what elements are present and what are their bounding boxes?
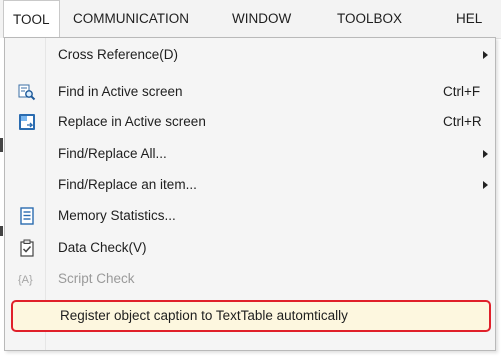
menu-item-cross-reference[interactable]: Cross Reference(D) bbox=[5, 40, 495, 70]
menu-item-label: Cross Reference(D) bbox=[58, 47, 179, 62]
menu-item-label: Data Check(V) bbox=[58, 240, 147, 255]
submenu-arrow-icon bbox=[483, 181, 488, 189]
replace-icon bbox=[19, 114, 35, 130]
shortcut-label: Ctrl+F bbox=[443, 84, 481, 99]
menu-item-register-caption-highlighted[interactable]: Register object caption to TextTable aut… bbox=[11, 300, 491, 332]
menu-item-label: Script Check bbox=[58, 271, 135, 286]
menu-item-label: Memory Statistics... bbox=[58, 208, 176, 223]
find-icon bbox=[18, 84, 36, 101]
menu-item-script-check[interactable]: {A} Script Check bbox=[5, 264, 495, 294]
window-edge-mark bbox=[0, 138, 3, 152]
svg-text:{A}: {A} bbox=[18, 274, 33, 286]
menu-item-data-check[interactable]: Data Check(V) bbox=[5, 233, 495, 263]
menu-item-find-replace-all[interactable]: Find/Replace All... bbox=[5, 139, 495, 169]
menu-item-label: Replace in Active screen bbox=[58, 114, 206, 129]
window-edge-mark bbox=[0, 226, 3, 236]
menu-window[interactable]: WINDOW bbox=[232, 0, 291, 38]
menu-item-find-replace-an-item[interactable]: Find/Replace an item... bbox=[5, 170, 495, 200]
menu-item-memory-statistics[interactable]: Memory Statistics... bbox=[5, 201, 495, 231]
tool-dropdown-menu: Cross Reference(D) Find in Active screen… bbox=[4, 37, 496, 351]
memory-statistics-icon bbox=[20, 207, 34, 225]
data-check-icon bbox=[20, 239, 34, 257]
menu-toolbox[interactable]: TOOLBOX bbox=[337, 0, 402, 38]
menu-item-find-in-active-screen[interactable]: Find in Active screen Ctrl+F bbox=[5, 77, 495, 107]
menu-communication[interactable]: COMMUNICATION bbox=[73, 0, 189, 38]
menu-item-label: Find/Replace an item... bbox=[58, 177, 197, 192]
menu-item-label: Find/Replace All... bbox=[58, 146, 167, 161]
menu-item-label: Find in Active screen bbox=[58, 84, 183, 99]
submenu-arrow-icon bbox=[483, 150, 488, 158]
menu-bar: TOOL COMMUNICATION WINDOW TOOLBOX HEL bbox=[0, 0, 501, 39]
menu-item-replace-in-active-screen[interactable]: Replace in Active screen Ctrl+R bbox=[5, 107, 495, 137]
script-check-icon: {A} bbox=[18, 274, 33, 286]
menu-tool[interactable]: TOOL bbox=[3, 0, 60, 38]
shortcut-label: Ctrl+R bbox=[443, 114, 482, 129]
menu-help[interactable]: HEL bbox=[456, 0, 482, 38]
menu-item-label: Register object caption to TextTable aut… bbox=[60, 308, 348, 323]
submenu-arrow-icon bbox=[483, 51, 488, 59]
